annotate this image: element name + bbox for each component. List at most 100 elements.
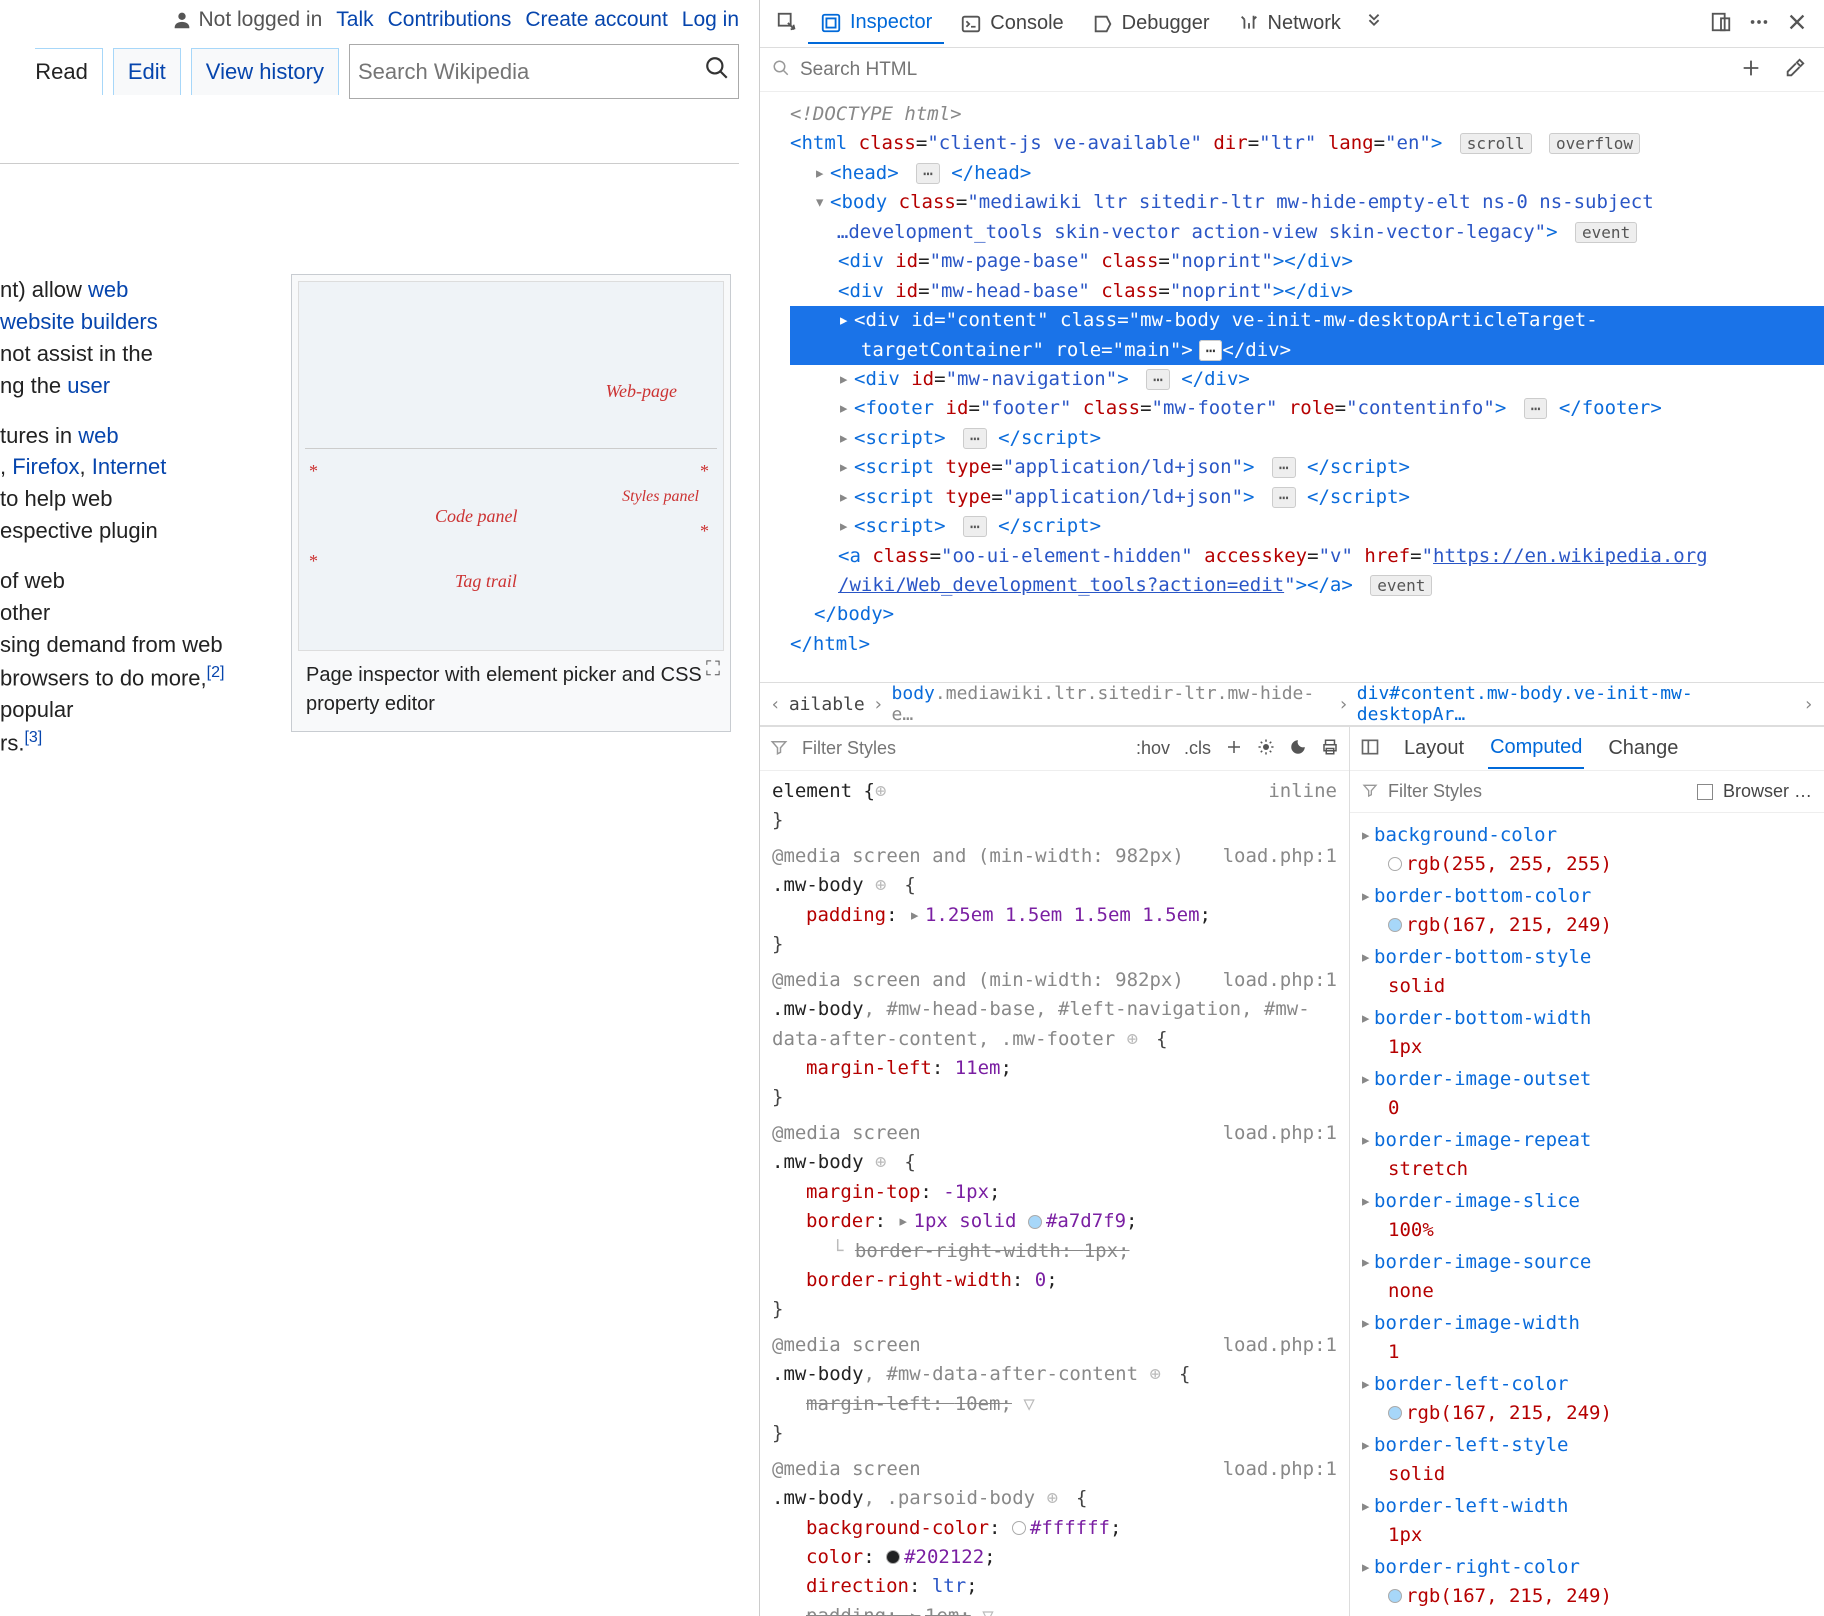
computed-prop[interactable]: ▸border-left-stylesolid (1360, 1431, 1820, 1488)
tab-read[interactable]: Read (35, 48, 103, 95)
link-user[interactable]: user (67, 373, 110, 398)
ref-3[interactable]: [3] (24, 729, 42, 746)
computed-prop[interactable]: ▸border-image-sourcenone (1360, 1248, 1820, 1305)
dom-head[interactable]: ▸<head> ⋯ </head> (790, 159, 1824, 188)
dom-footer[interactable]: ▸<footer id="footer" class="mw-footer" r… (790, 394, 1824, 423)
computed-prop[interactable]: ▸border-bottom-stylesolid (1360, 943, 1820, 1000)
dom-script-2[interactable]: ▸<script type="application/ld+json"> ⋯ <… (790, 453, 1824, 482)
more-tabs-icon[interactable] (1357, 5, 1391, 42)
filter-icon (770, 738, 788, 759)
link-firefox[interactable]: Firefox (12, 454, 79, 479)
computed-tab-changes[interactable]: Change (1606, 729, 1680, 768)
computed-tab-layout[interactable]: Layout (1402, 729, 1466, 768)
computed-prop[interactable]: ▸border-right-colorrgb(167, 215, 249) (1360, 1553, 1820, 1610)
computed-prop[interactable]: ▸border-bottom-width1px (1360, 1004, 1820, 1061)
link-talk[interactable]: Talk (336, 8, 373, 32)
link-website-builders[interactable]: website builders (0, 309, 158, 334)
add-node-icon[interactable] (1734, 51, 1768, 88)
rules-toolbar: :hov .cls (760, 727, 1349, 771)
tab-network[interactable]: Network (1226, 4, 1353, 43)
dom-div-page-base[interactable]: <div id="mw-page-base" class="noprint"><… (790, 247, 1824, 276)
rule-media-5[interactable]: @media screenload.php:1 .mw-body, .parso… (772, 1455, 1337, 1616)
filter-styles-input[interactable] (802, 738, 1122, 759)
light-mode-icon[interactable] (1257, 738, 1275, 759)
dom-script-4[interactable]: ▸<script> ⋯ </script> (790, 512, 1824, 541)
dom-breadcrumb[interactable]: ‹ ailable › body.mediawiki.ltr.sitedir-l… (760, 682, 1824, 726)
computed-prop[interactable]: ▸border-left-width1px (1360, 1492, 1820, 1549)
eyedropper-icon[interactable] (1778, 51, 1812, 88)
dom-body-close[interactable]: </body> (790, 600, 1824, 629)
link-contributions[interactable]: Contributions (388, 8, 512, 32)
breadcrumb-next-icon[interactable]: › (1803, 694, 1814, 715)
tab-edit[interactable]: Edit (113, 48, 181, 95)
computed-body[interactable]: ▸background-colorrgb(255, 255, 255)▸bord… (1350, 813, 1824, 1616)
search-icon[interactable] (704, 55, 730, 88)
filter-icon-small-2[interactable]: ▽ (982, 1605, 993, 1616)
add-rule-icon[interactable] (1225, 738, 1243, 759)
enlarge-icon[interactable]: ⛶ (706, 655, 720, 684)
dom-html-open[interactable]: <html class="client-js ve-available" dir… (790, 129, 1824, 158)
computed-prop[interactable]: ▸border-image-slice100% (1360, 1187, 1820, 1244)
dark-mode-icon[interactable] (1289, 738, 1307, 759)
thumbnail-image[interactable]: Web-page Code panel Styles panel Tag tra… (298, 281, 724, 651)
breadcrumb-node-0[interactable]: ailable (789, 694, 865, 715)
filter-icon-small[interactable]: ▽ (1023, 1393, 1034, 1415)
dom-selected-content-div[interactable]: ▸<div id="content" class="mw-body ve-ini… (790, 306, 1824, 365)
dom-hidden-anchor-2[interactable]: /wiki/Web_development_tools?action=edit"… (790, 571, 1824, 600)
link-internet[interactable]: Internet (92, 454, 167, 479)
computed-prop[interactable]: ▸border-image-repeatstretch (1360, 1126, 1820, 1183)
filter-computed-icon (1362, 782, 1378, 801)
dom-div-head-base[interactable]: <div id="mw-head-base" class="noprint"><… (790, 277, 1824, 306)
search-html-input[interactable] (800, 59, 1724, 81)
kebab-menu-icon[interactable] (1742, 5, 1776, 42)
tab-view-history[interactable]: View history (191, 48, 339, 95)
close-icon[interactable] (1780, 5, 1814, 42)
responsive-mode-icon[interactable] (1704, 5, 1738, 42)
link-create-account[interactable]: Create account (525, 8, 667, 32)
tab-inspector[interactable]: Inspector (808, 3, 944, 44)
computed-tab-computed[interactable]: Computed (1488, 728, 1584, 769)
link-web-2[interactable]: web (78, 423, 118, 448)
filter-computed-input[interactable] (1388, 781, 1687, 802)
dom-body-open[interactable]: ▾<body class="mediawiki ltr sitedir-ltr … (790, 188, 1824, 217)
dom-doctype[interactable]: <!DOCTYPE html> (790, 100, 1824, 129)
print-mode-icon[interactable] (1321, 738, 1339, 759)
link-log-in[interactable]: Log in (682, 8, 739, 32)
dom-hidden-anchor[interactable]: <a class="oo-ui-element-hidden" accesske… (790, 542, 1824, 571)
ref-2[interactable]: [2] (207, 664, 225, 681)
rule-inline[interactable]: element { ⊕inline } (772, 777, 1337, 836)
breadcrumb-prev-icon[interactable]: ‹ (770, 694, 781, 715)
rule-media-2[interactable]: @media screen and (min-width: 982px)load… (772, 966, 1337, 1113)
dom-html-close[interactable]: </html> (790, 630, 1824, 659)
wiki-personal-tools: Not logged in Talk Contributions Create … (0, 0, 759, 40)
dom-tree[interactable]: <!DOCTYPE html> <html class="client-js v… (760, 92, 1824, 682)
cls-toggle[interactable]: .cls (1184, 738, 1211, 759)
breadcrumb-node-1[interactable]: body.mediawiki.ltr.sitedir-ltr.mw-hide-e… (892, 683, 1330, 725)
search-box[interactable] (349, 44, 739, 99)
dom-div-navigation[interactable]: ▸<div id="mw-navigation"> ⋯ </div> (790, 365, 1824, 394)
computed-prop[interactable]: ▸border-left-colorrgb(167, 215, 249) (1360, 1370, 1820, 1427)
computed-prop[interactable]: ▸border-bottom-colorrgb(167, 215, 249) (1360, 882, 1820, 939)
thumbnail-caption-text: Page inspector with element picker and C… (306, 664, 702, 715)
computed-prop[interactable]: ▸background-colorrgb(255, 255, 255) (1360, 821, 1820, 878)
rule-media-4[interactable]: @media screenload.php:1 .mw-body, #mw-da… (772, 1331, 1337, 1449)
rule-media-1[interactable]: @media screen and (min-width: 982px)load… (772, 842, 1337, 960)
link-web-1[interactable]: web (88, 277, 128, 302)
rule-media-3[interactable]: @media screenload.php:1 .mw-body ⊕ { mar… (772, 1119, 1337, 1325)
rules-body[interactable]: element { ⊕inline } @media screen and (m… (760, 771, 1349, 1616)
dom-body-open-2[interactable]: …development_tools skin-vector action-vi… (790, 218, 1824, 247)
sidebar-toggle-icon[interactable] (1360, 737, 1380, 760)
search-input[interactable] (358, 59, 704, 85)
element-picker-icon[interactable] (770, 5, 804, 42)
breadcrumb-node-2[interactable]: div#content.mw-body.ve-init-mw-desktopAr… (1357, 683, 1795, 725)
browser-styles-checkbox[interactable] (1697, 784, 1713, 800)
hov-toggle[interactable]: :hov (1136, 738, 1170, 759)
dom-script-3[interactable]: ▸<script type="application/ld+json"> ⋯ <… (790, 483, 1824, 512)
tab-debugger[interactable]: Debugger (1080, 4, 1222, 43)
computed-prop[interactable]: ▸border-image-width1 (1360, 1309, 1820, 1366)
tab-console[interactable]: Console (948, 4, 1075, 43)
bottom-panes: :hov .cls element { ⊕inline } @media scr… (760, 726, 1824, 1616)
computed-prop[interactable]: ▸border-image-outset0 (1360, 1065, 1820, 1122)
dom-script-1[interactable]: ▸<script> ⋯ </script> (790, 424, 1824, 453)
dom-search-row (760, 48, 1824, 92)
